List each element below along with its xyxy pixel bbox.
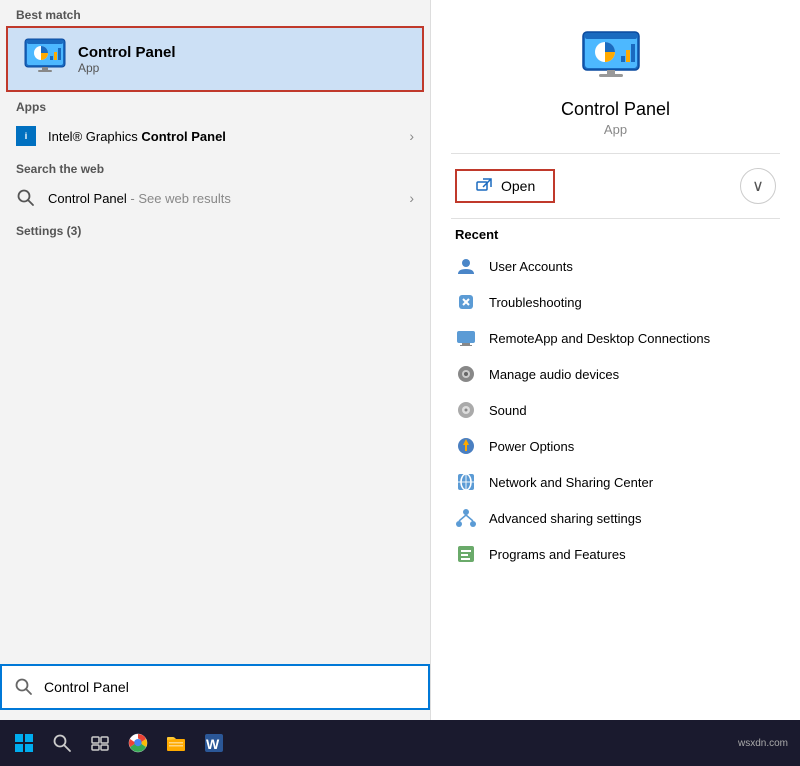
recent-item-label: RemoteApp and Desktop Connections (489, 331, 710, 346)
svg-text:W: W (206, 736, 220, 752)
intel-icon: i (16, 126, 36, 146)
search-web-section-label: Search the web (0, 154, 430, 180)
recent-item-icon (455, 435, 477, 457)
recent-items-list: User Accounts Troubleshooting RemoteApp … (431, 248, 800, 572)
right-app-type: App (604, 122, 627, 137)
best-match-subtitle: App (78, 61, 176, 75)
file-explorer-icon (165, 732, 187, 754)
magnifier-icon (17, 189, 35, 207)
chrome-button[interactable] (122, 727, 154, 759)
recent-item-label: Network and Sharing Center (489, 475, 653, 490)
recent-item[interactable]: Troubleshooting (431, 284, 800, 320)
recent-item[interactable]: Programs and Features (431, 536, 800, 572)
recent-item[interactable]: User Accounts (431, 248, 800, 284)
right-control-panel-icon (581, 30, 651, 85)
recent-item[interactable]: Advanced sharing settings (431, 500, 800, 536)
recent-item[interactable]: Sound (431, 392, 800, 428)
search-bar[interactable]: Control Panel (0, 664, 430, 710)
open-button[interactable]: Open (455, 169, 555, 203)
intel-app-item[interactable]: i Intel® Graphics Control Panel › (0, 118, 430, 154)
intel-app-label: Intel® Graphics Control Panel (48, 129, 409, 144)
web-result-suffix: - See web results (127, 191, 231, 206)
open-window-icon (476, 178, 492, 194)
task-view-button[interactable] (84, 727, 116, 759)
intel-chevron-icon: › (409, 128, 414, 144)
search-icon (14, 677, 34, 697)
chrome-icon (127, 732, 149, 754)
search-web-icon (16, 188, 36, 208)
recent-item-icon (455, 291, 477, 313)
web-result-text: Control Panel (48, 191, 127, 206)
recent-item[interactable]: RemoteApp and Desktop Connections (431, 320, 800, 356)
control-panel-icon (24, 38, 66, 80)
open-button-row: Open ∨ (431, 154, 800, 218)
taskbar-magnifier-icon (52, 733, 72, 753)
settings-section-label: Settings (3) (0, 216, 430, 242)
word-button[interactable]: W (198, 727, 230, 759)
best-match-title: Control Panel (78, 44, 176, 61)
recent-item-icon (455, 471, 477, 493)
recent-item-icon (455, 327, 477, 349)
control-panel-svg (24, 38, 66, 80)
recent-label: Recent (431, 219, 800, 248)
chevron-down-icon: ∨ (752, 176, 764, 196)
windows-start-button[interactable] (8, 727, 40, 759)
taskbar-search-icon[interactable] (46, 727, 78, 759)
recent-item-label: Troubleshooting (489, 295, 582, 310)
recent-item-icon (455, 399, 477, 421)
word-icon: W (203, 732, 225, 754)
recent-item-icon (455, 507, 477, 529)
file-explorer-button[interactable] (160, 727, 192, 759)
recent-item-icon (455, 543, 477, 565)
web-chevron-icon: › (409, 190, 414, 206)
recent-item-icon (455, 255, 477, 277)
recent-item-label: Manage audio devices (489, 367, 619, 382)
recent-item-label: Programs and Features (489, 547, 626, 562)
best-match-text: Control Panel App (78, 44, 176, 75)
recent-item-icon (455, 363, 477, 385)
taskbar: W wsxdn.com (0, 720, 800, 766)
recent-item-label: Advanced sharing settings (489, 511, 641, 526)
recent-item-label: Power Options (489, 439, 574, 454)
open-icon (475, 177, 493, 195)
right-header: Control Panel App (431, 0, 800, 153)
web-result-label: Control Panel - See web results (48, 191, 409, 206)
web-result-item[interactable]: Control Panel - See web results › (0, 180, 430, 216)
open-label: Open (501, 178, 535, 194)
recent-item[interactable]: Network and Sharing Center (431, 464, 800, 500)
best-match-section-label: Best match (0, 0, 430, 26)
right-panel: Control Panel App Open ∨ Recent (430, 0, 800, 720)
task-view-icon (90, 733, 110, 753)
expand-button[interactable]: ∨ (740, 168, 776, 204)
watermark-text: wsxdn.com (738, 738, 792, 749)
windows-icon (14, 733, 34, 753)
intel-app-label-bold: Control Panel (141, 129, 226, 144)
best-match-item[interactable]: Control Panel App (6, 26, 424, 92)
left-panel: Best match (0, 0, 430, 720)
apps-section-label: Apps (0, 92, 430, 118)
search-input-value[interactable]: Control Panel (44, 679, 129, 695)
recent-item[interactable]: Manage audio devices (431, 356, 800, 392)
right-cp-svg (581, 30, 651, 85)
recent-item-label: Sound (489, 403, 527, 418)
recent-item-label: User Accounts (489, 259, 573, 274)
right-app-name: Control Panel (561, 99, 670, 120)
recent-item[interactable]: Power Options (431, 428, 800, 464)
search-magnifier-icon (15, 678, 33, 696)
